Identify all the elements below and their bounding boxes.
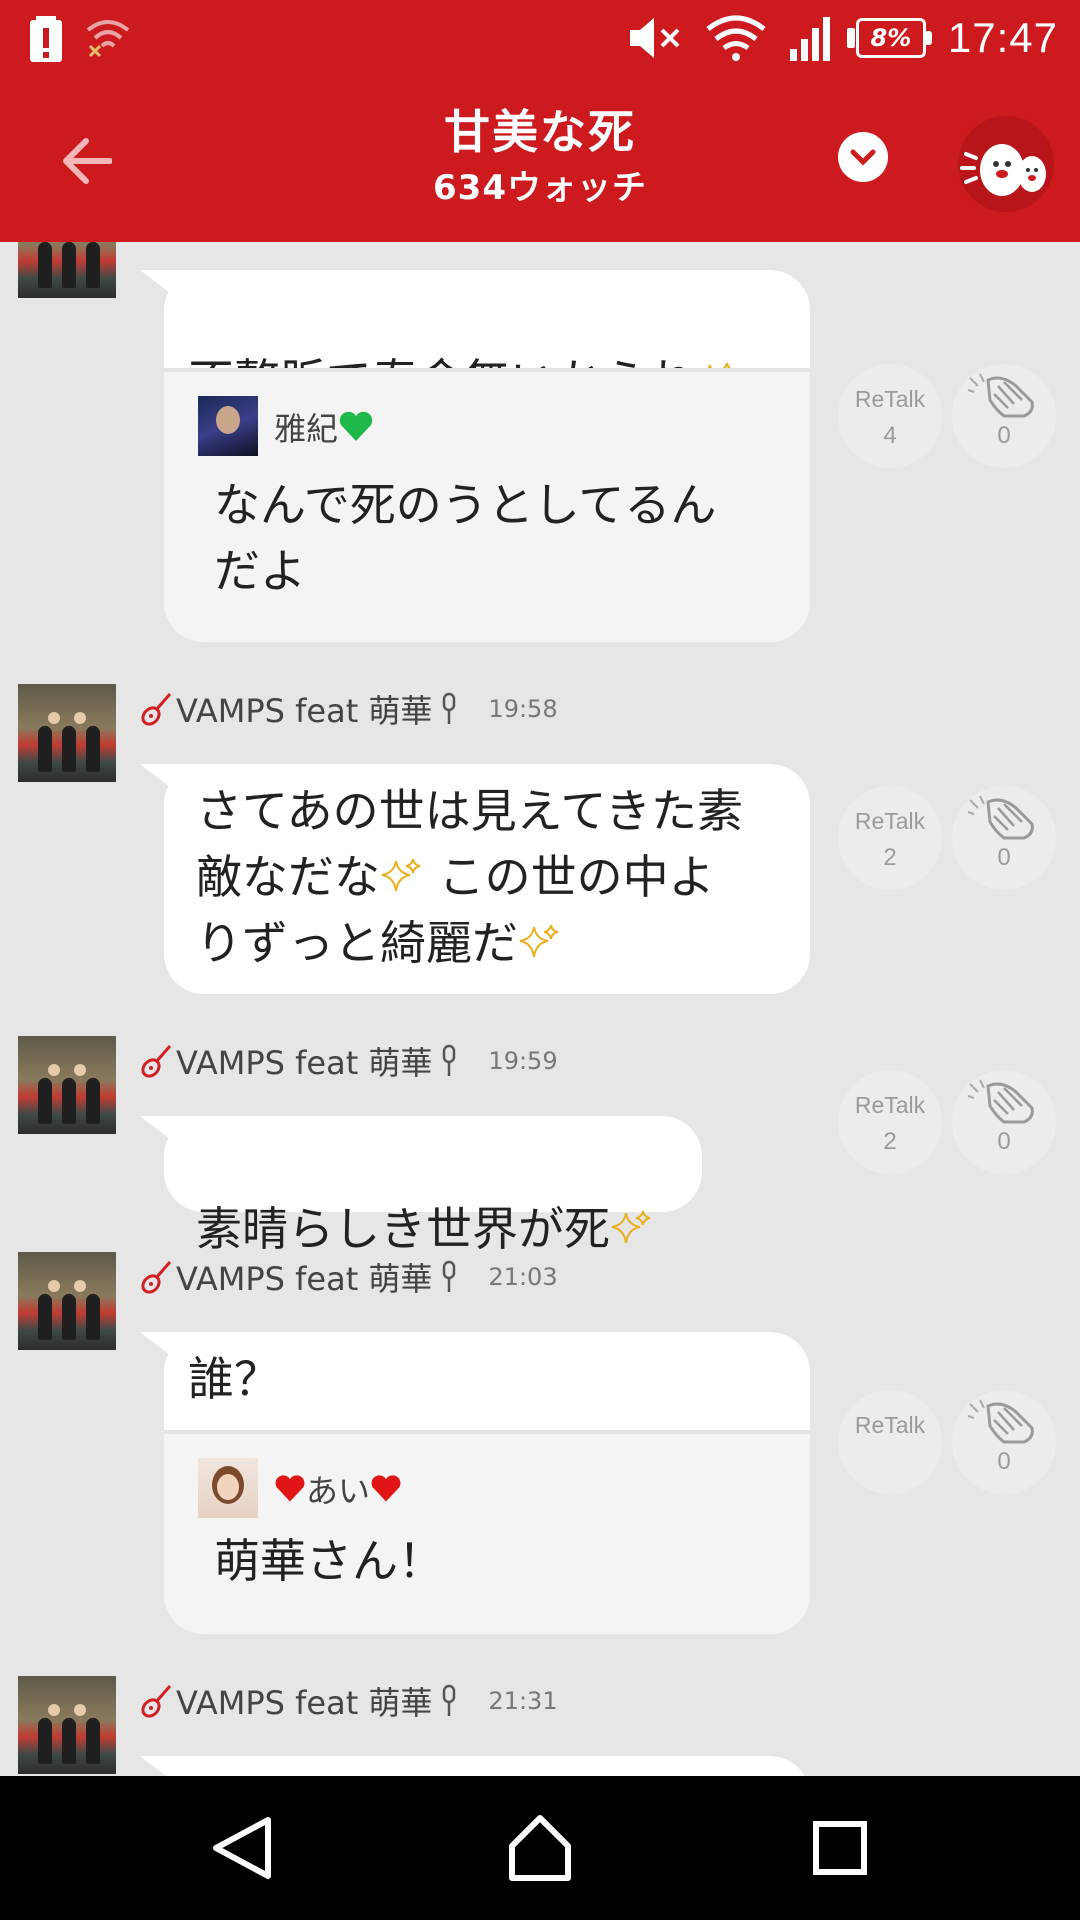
wifi-icon <box>706 15 766 61</box>
quote-text: なんで死のうとしてるん だよ <box>214 478 717 598</box>
guitar-icon <box>141 693 172 726</box>
message-bubble[interactable]: さてあの世は見えてきた素 敵なだな この世の中よ りずっと綺麗だ <box>140 764 810 994</box>
timestamp: 21:03 <box>488 1263 558 1291</box>
watch-count: 634ウォッチ <box>433 168 647 208</box>
sparkle-icon <box>381 858 421 892</box>
quote-text: 萌華さん！ <box>214 1534 444 1588</box>
message-meta: VAMPS feat 萌華 19:58 <box>140 684 558 734</box>
home-icon[interactable] <box>504 1812 576 1884</box>
clock: 17:47 <box>947 14 1058 61</box>
guitar-icon <box>141 1261 172 1294</box>
clap-icon <box>968 795 1034 840</box>
clap-icon <box>968 373 1034 418</box>
timestamp: 19:59 <box>488 1047 558 1075</box>
back-triangle-icon[interactable] <box>206 1812 278 1884</box>
chevron-down-icon <box>850 149 876 166</box>
author-name[interactable]: VAMPS feat 萌華 <box>176 686 432 732</box>
sparkle-icon <box>519 924 559 958</box>
alert-icon <box>30 16 62 62</box>
clap-button[interactable]: 0 <box>952 786 1056 890</box>
avatar[interactable] <box>18 1036 116 1134</box>
clap-icon <box>968 1079 1034 1124</box>
message-bubble[interactable] <box>140 1756 810 1776</box>
microphone-icon <box>443 1260 456 1292</box>
battery-level: 8% <box>870 24 912 52</box>
mascot-button[interactable] <box>958 116 1054 212</box>
quoted-message[interactable]: あい 萌華さん！ <box>164 1430 810 1634</box>
timestamp: 19:58 <box>488 695 558 723</box>
clap-button[interactable]: 0 <box>952 1390 1056 1494</box>
mascot-icon <box>960 144 1046 196</box>
quote-avatar <box>198 396 258 456</box>
guitar-icon <box>141 1045 172 1078</box>
avatar[interactable] <box>18 242 116 298</box>
dropdown-button[interactable] <box>838 132 888 182</box>
message-text: 誰？ <box>188 1352 280 1406</box>
chat-list[interactable]: 不整脈で寿命無いからね 雅紀 なんで死のうとしてるん だよ ReTalk 4 0… <box>0 242 1080 1776</box>
avatar[interactable] <box>18 684 116 782</box>
message-text: 素晴らしき世界が死 <box>196 1130 654 1262</box>
retalk-button[interactable]: ReTalk <box>838 1390 942 1494</box>
clap-button[interactable]: 0 <box>952 364 1056 468</box>
quoted-message[interactable]: 雅紀 なんで死のうとしてるん だよ <box>164 368 810 642</box>
navigation-bar <box>0 1776 1080 1920</box>
message-bubble[interactable]: 誰？ あい 萌華さん！ <box>140 1332 810 1634</box>
heart-icon <box>275 1475 305 1502</box>
mute-icon <box>629 18 680 58</box>
clap-button[interactable]: 0 <box>952 1070 1056 1174</box>
microphone-icon <box>443 692 456 724</box>
quote-author: 雅紀 <box>274 404 374 450</box>
message-meta: VAMPS feat 萌華 19:59 <box>140 1036 558 1086</box>
retalk-button[interactable]: ReTalk 2 <box>838 1070 942 1174</box>
message-bubble[interactable]: 不整脈で寿命無いからね 雅紀 なんで死のうとしてるん だよ <box>140 270 810 642</box>
author-name[interactable]: VAMPS feat 萌華 <box>176 1254 432 1300</box>
message-text: さてあの世は見えてきた素 敵なだな この世の中よ りずっと綺麗だ <box>196 784 743 970</box>
message-bubble[interactable]: 素晴らしき世界が死 <box>140 1116 702 1256</box>
sparkle-icon <box>611 1210 651 1244</box>
author-name[interactable]: VAMPS feat 萌華 <box>176 1678 432 1724</box>
avatar[interactable] <box>18 1676 116 1774</box>
battery-icon: 8% <box>846 18 932 58</box>
avatar[interactable] <box>18 1252 116 1350</box>
message-meta: VAMPS feat 萌華 21:31 <box>140 1676 558 1726</box>
microphone-icon <box>443 1684 456 1716</box>
guitar-icon <box>141 1685 172 1718</box>
signal-icon <box>789 17 830 61</box>
retalk-button[interactable]: ReTalk 2 <box>838 786 942 890</box>
microphone-icon <box>443 1044 456 1076</box>
status-bar: 8% 17:47 <box>0 0 1080 76</box>
timestamp: 21:31 <box>488 1687 558 1715</box>
recents-icon[interactable] <box>804 1812 876 1884</box>
page-title: 甘美な死 <box>444 105 636 159</box>
author-name[interactable]: VAMPS feat 萌華 <box>176 1038 432 1084</box>
chat-header: 甘美な死 634ウォッチ <box>0 76 1080 242</box>
clap-icon <box>968 1399 1034 1444</box>
message-meta: VAMPS feat 萌華 21:03 <box>140 1252 558 1302</box>
quote-author: あい <box>274 1466 402 1512</box>
wifi-off-icon <box>86 20 130 58</box>
heart-icon <box>371 1475 401 1502</box>
quote-avatar <box>198 1458 258 1518</box>
heart-icon <box>339 411 373 441</box>
retalk-button[interactable]: ReTalk 4 <box>838 364 942 468</box>
